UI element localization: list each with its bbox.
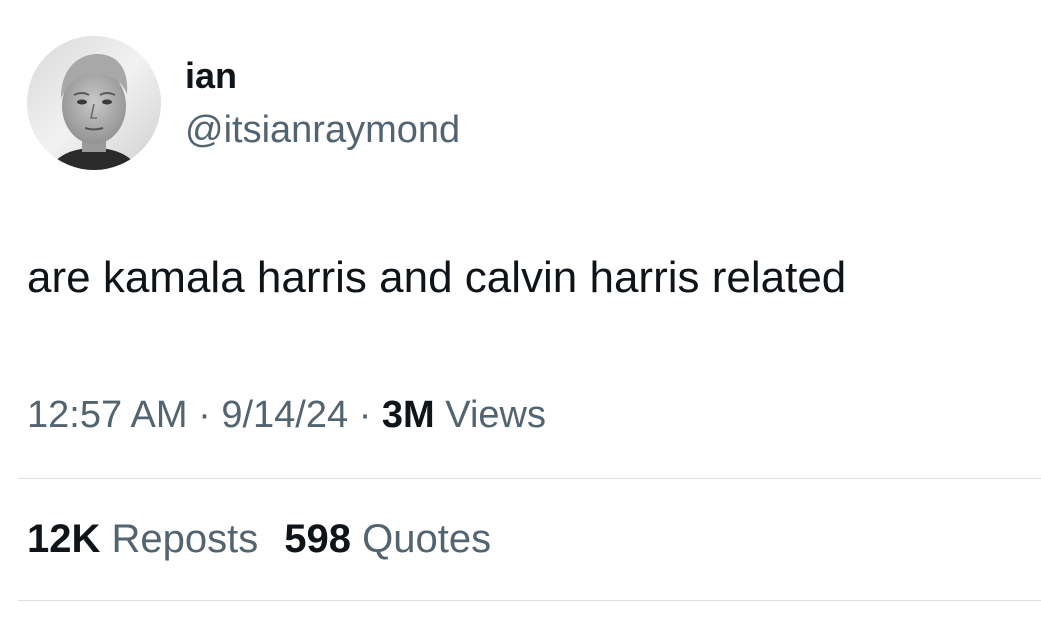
tweet-text: are kamala harris and calvin harris rela… xyxy=(27,253,847,302)
meta-separator: · xyxy=(198,394,211,436)
tweet-date[interactable]: 9/14/24 xyxy=(221,394,348,436)
author-handle[interactable]: @itsianraymond xyxy=(185,105,460,155)
quotes-count: 598 xyxy=(284,517,352,561)
reposts-label: Reposts xyxy=(111,517,259,561)
views-count: 3M xyxy=(381,394,435,436)
reposts-count: 12K xyxy=(27,517,101,561)
quotes-link[interactable]: 598 Quotes xyxy=(284,517,491,561)
meta-separator: · xyxy=(358,394,372,436)
tweet-card: ian @itsianraymond are kamala harris and… xyxy=(0,0,1041,619)
engagement-stats: 12K Reposts 598 Quotes xyxy=(27,513,491,565)
divider xyxy=(18,478,1041,479)
tweet-time[interactable]: 12:57 AM xyxy=(27,394,188,436)
avatar[interactable] xyxy=(27,36,161,170)
author-display-name[interactable]: ian xyxy=(185,52,237,100)
views-label: Views xyxy=(445,394,546,436)
divider xyxy=(18,600,1041,601)
profile-photo-icon xyxy=(27,36,161,170)
reposts-link[interactable]: 12K Reposts xyxy=(27,517,258,561)
tweet-meta: 12:57 AM · 9/14/24 · 3M Views xyxy=(27,390,546,440)
quotes-label: Quotes xyxy=(362,517,492,561)
